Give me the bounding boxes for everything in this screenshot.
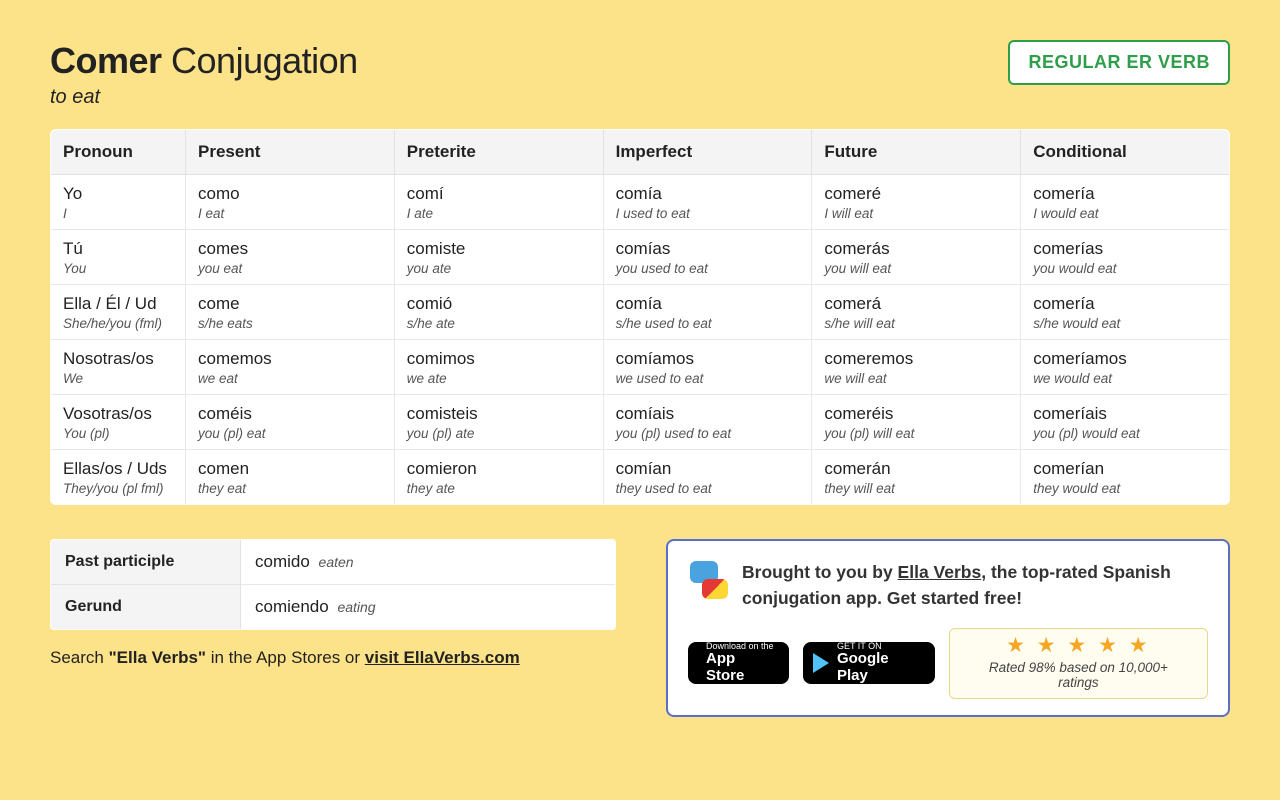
pronoun-cell: Nosotras/osWe [51,340,186,395]
form-value: comido eaten [241,540,616,585]
search-line: Search "Ella Verbs" in the App Stores or… [50,648,616,668]
app-icon [688,559,728,599]
pronoun-cell: Ellas/os / UdsThey/you (pl fml) [51,450,186,505]
conjugation-cell: comerías/he would eat [1021,285,1230,340]
conjugation-cell: comenthey eat [186,450,395,505]
conjugation-cell: comisteisyou (pl) ate [394,395,603,450]
star-icons: ★ ★ ★ ★ ★ [968,635,1189,656]
table-row: TúYoucomesyou eatcomisteyou atecomíasyou… [51,230,1230,285]
conjugation-cell: comeremoswe will eat [812,340,1021,395]
form-row: Gerundcomiendo eating [51,585,616,630]
conjugation-cell: comerásyou will eat [812,230,1021,285]
form-label: Gerund [51,585,241,630]
search-link[interactable]: visit EllaVerbs.com [365,648,520,667]
page-title: Comer Conjugation [50,40,358,82]
rating-box: ★ ★ ★ ★ ★ Rated 98% based on 10,000+ rat… [949,628,1208,699]
title-suffix: Conjugation [162,40,358,81]
google-play-badge[interactable]: GET IT ON Google Play [803,642,935,684]
pronoun-cell: Vosotras/osYou (pl) [51,395,186,450]
verb-type-badge: REGULAR ER VERB [1008,40,1230,85]
conjugation-cell: comeríaI would eat [1021,175,1230,230]
conjugation-cell: comíaI used to eat [603,175,812,230]
pronoun-cell: TúYou [51,230,186,285]
app-store-badge[interactable]: Download on the App Store [688,642,789,684]
pronoun-cell: YoI [51,175,186,230]
table-row: Nosotras/osWecomemoswe eatcomimoswe atec… [51,340,1230,395]
conjugation-cell: comesyou eat [186,230,395,285]
column-header: Preterite [394,130,603,175]
conjugation-cell: comemoswe eat [186,340,395,395]
column-header: Present [186,130,395,175]
conjugation-cell: coméisyou (pl) eat [186,395,395,450]
conjugation-table: PronounPresentPreteriteImperfectFutureCo… [50,129,1230,505]
conjugation-cell: comimoswe ate [394,340,603,395]
column-header: Imperfect [603,130,812,175]
title-translation: to eat [50,86,358,109]
search-prefix: Search [50,648,109,667]
form-row: Past participlecomido eaten [51,540,616,585]
table-row: YoIcomoI eatcomíI atecomíaI used to eatc… [51,175,1230,230]
column-header: Future [812,130,1021,175]
conjugation-cell: comeránthey will eat [812,450,1021,505]
promo-box: Brought to you by Ella Verbs, the top-ra… [666,539,1230,717]
conjugation-cell: comerás/he will eat [812,285,1021,340]
conjugation-cell: comoI eat [186,175,395,230]
conjugation-cell: comeríaisyou (pl) would eat [1021,395,1230,450]
participle-table: Past participlecomido eatenGerundcomiend… [50,539,616,630]
column-header: Conditional [1021,130,1230,175]
conjugation-cell: comes/he eats [186,285,395,340]
title-verb: Comer [50,40,162,81]
conjugation-cell: comeréI will eat [812,175,1021,230]
conjugation-cell: comeríasyou would eat [1021,230,1230,285]
conjugation-cell: comías/he used to eat [603,285,812,340]
conjugation-cell: comisteyou ate [394,230,603,285]
conjugation-cell: comeréisyou (pl) will eat [812,395,1021,450]
form-value: comiendo eating [241,585,616,630]
conjugation-cell: comíamoswe used to eat [603,340,812,395]
table-row: Ellas/os / UdsThey/you (pl fml)comenthey… [51,450,1230,505]
promo-link[interactable]: Ella Verbs [898,562,982,582]
conjugation-cell: comíaisyou (pl) used to eat [603,395,812,450]
conjugation-cell: comeríamoswe would eat [1021,340,1230,395]
conjugation-cell: comiós/he ate [394,285,603,340]
conjugation-cell: comeríanthey would eat [1021,450,1230,505]
column-header: Pronoun [51,130,186,175]
play-icon [813,653,829,673]
conjugation-cell: comíanthey used to eat [603,450,812,505]
title-block: Comer Conjugation to eat [50,40,358,109]
promo-text: Brought to you by Ella Verbs, the top-ra… [742,559,1208,612]
pronoun-cell: Ella / Él / UdShe/he/you (fml) [51,285,186,340]
conjugation-cell: comíI ate [394,175,603,230]
table-row: Ella / Él / UdShe/he/you (fml)comes/he e… [51,285,1230,340]
search-mid: in the App Stores or [206,648,365,667]
table-row: Vosotras/osYou (pl)coméisyou (pl) eatcom… [51,395,1230,450]
form-label: Past participle [51,540,241,585]
rating-text: Rated 98% based on 10,000+ ratings [968,660,1189,690]
search-bold: "Ella Verbs" [109,648,206,667]
conjugation-cell: comieronthey ate [394,450,603,505]
conjugation-cell: comíasyou used to eat [603,230,812,285]
